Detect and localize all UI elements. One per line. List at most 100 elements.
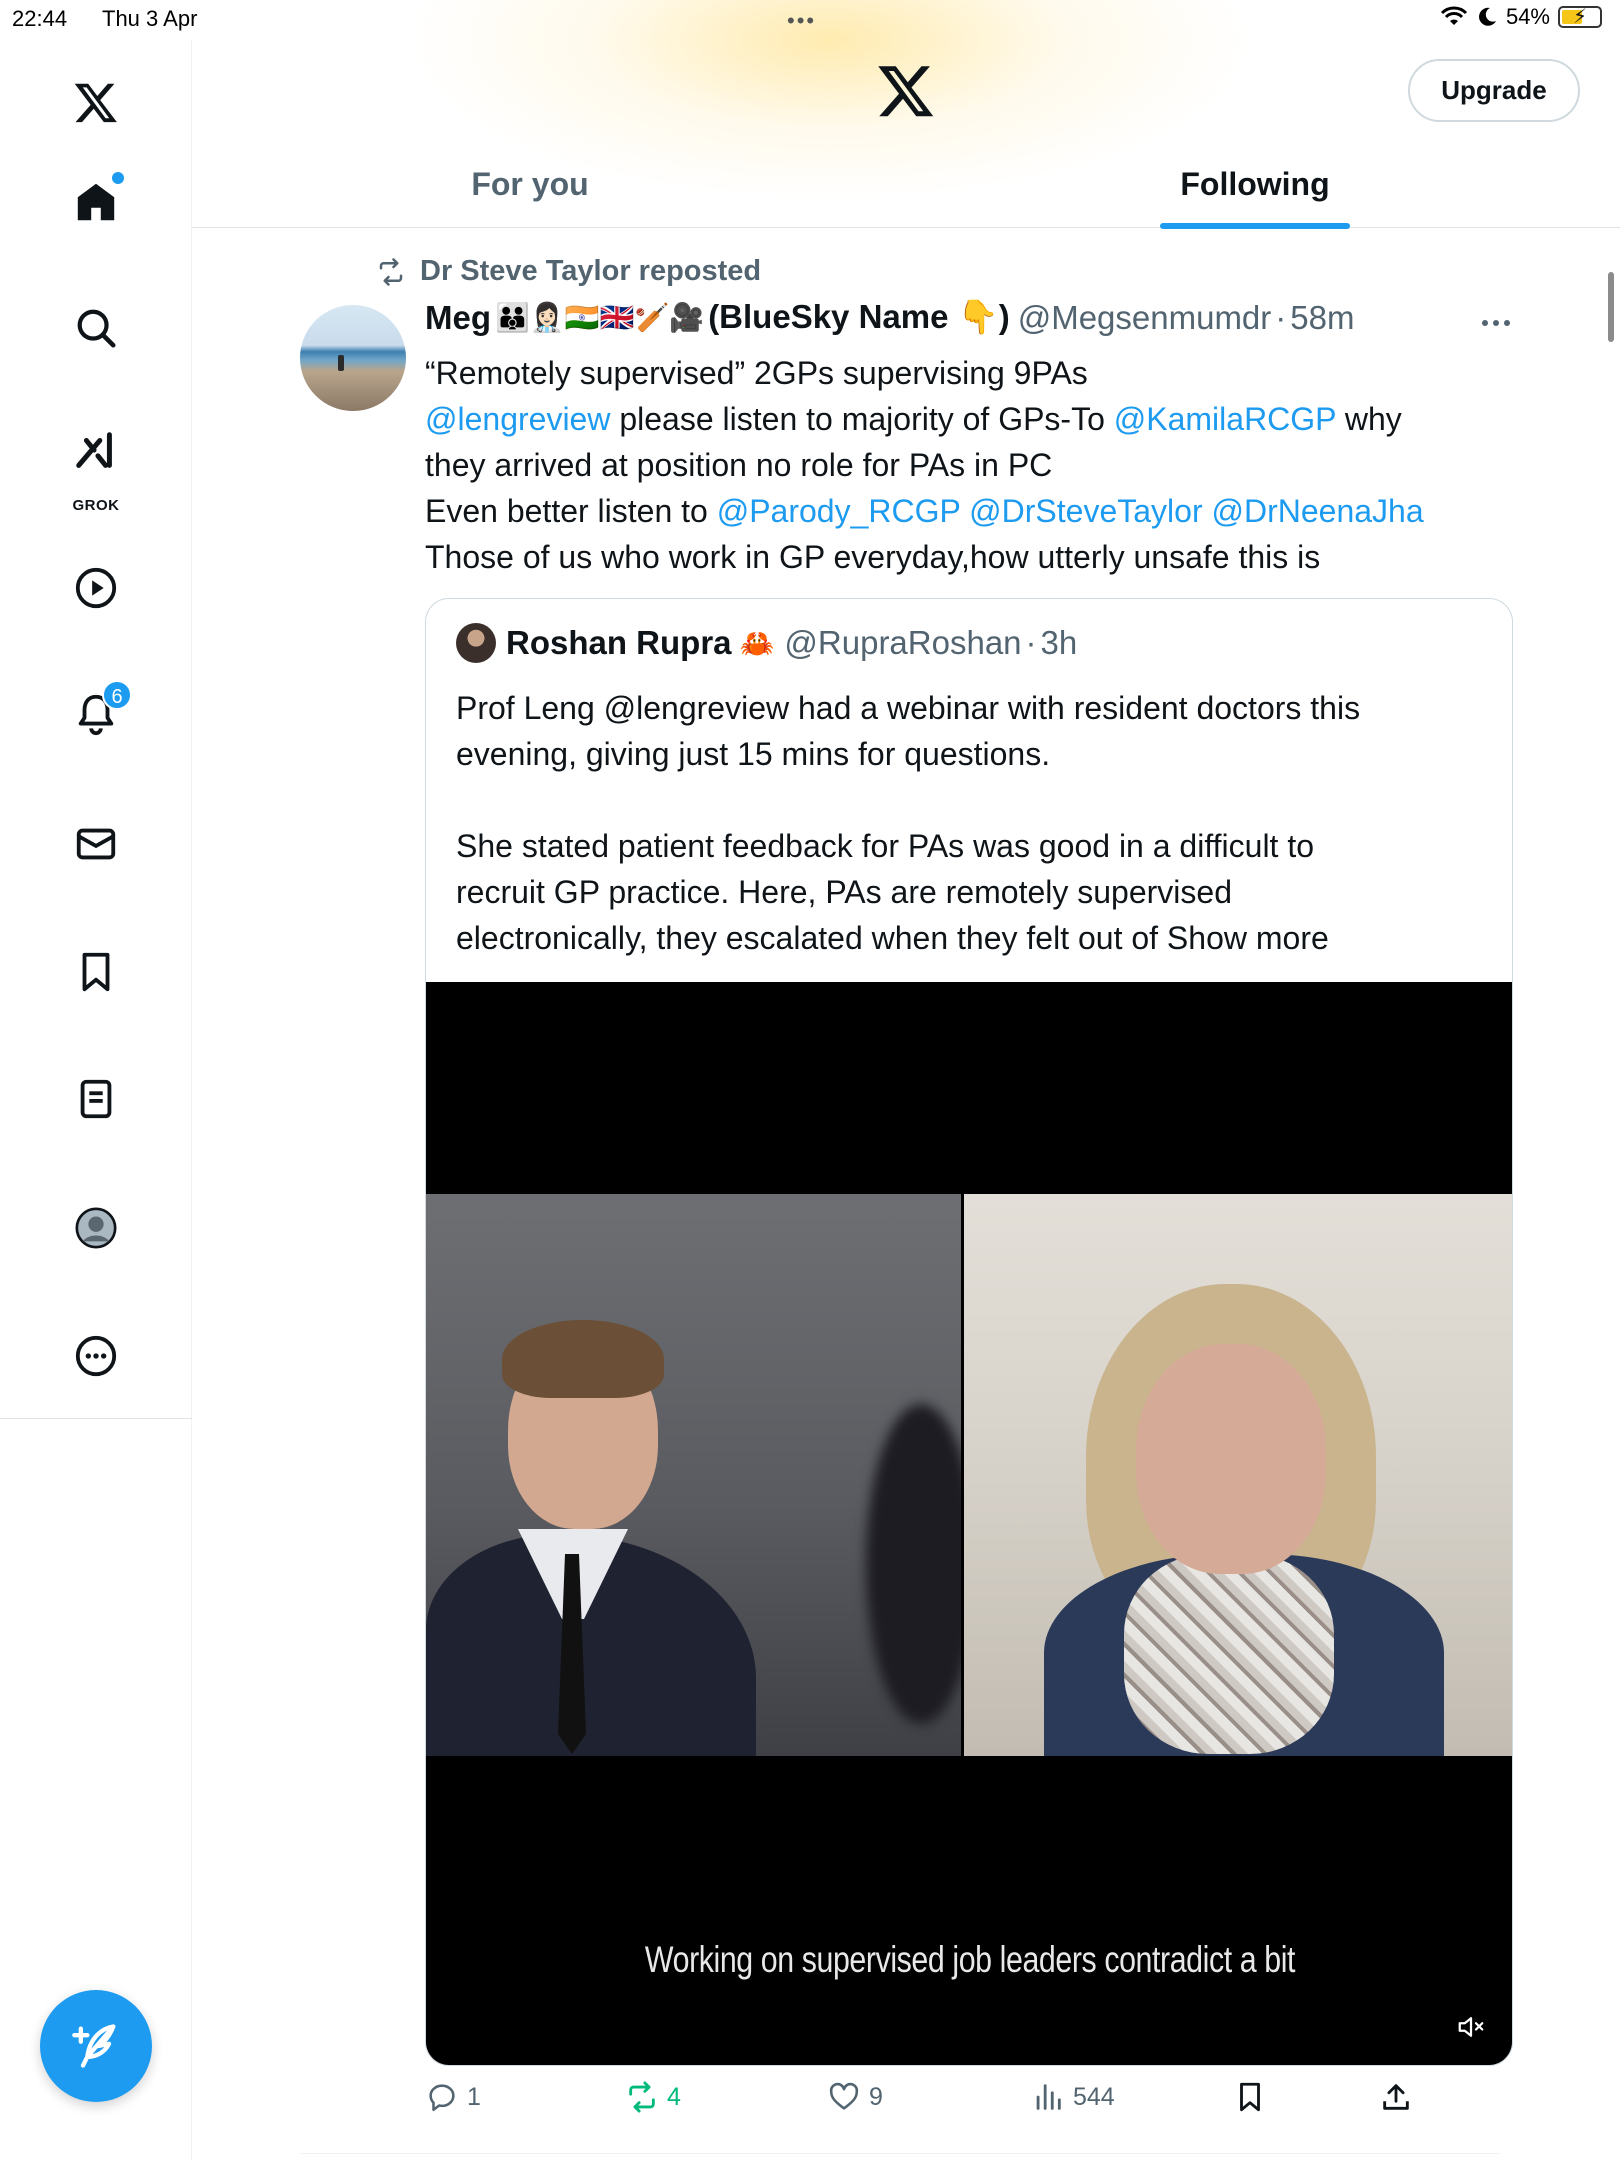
video-subtitle: Working on supervised job leaders contra… <box>644 1939 1296 1980</box>
sidebar: GROK 6 <box>0 40 192 2160</box>
tweet-author-line: Meg 👪👩🏻‍⚕️🇮🇳🇬🇧🏏🎥 (BlueSky Name 👇) @Megse… <box>425 298 1354 337</box>
mention-link[interactable]: @KamilaRCGP <box>1114 401 1336 437</box>
video-frame-right <box>964 1194 1512 1756</box>
repost-count: 4 <box>667 2082 681 2111</box>
status-bar: 22:44 Thu 3 Apr ••• 54% ⚡ <box>0 0 1620 40</box>
upgrade-button[interactable]: Upgrade <box>1408 59 1580 122</box>
notification-badge: 6 <box>102 680 132 710</box>
scrollbar[interactable] <box>1608 272 1614 342</box>
share-icon <box>1383 2084 1409 2110</box>
play-icon <box>75 567 117 609</box>
repost-label: Dr Steve Taylor reposted <box>420 255 762 287</box>
grok-icon <box>76 432 112 468</box>
quote-author-name[interactable]: Roshan Rupra <box>506 624 732 662</box>
battery-percent: 54% <box>1505 4 1550 29</box>
sidebar-item-grok[interactable]: GROK <box>62 418 130 514</box>
reply-icon <box>429 2084 455 2112</box>
more-options-icon[interactable] <box>1478 308 1514 338</box>
mention-link[interactable]: @lengreview <box>425 401 610 437</box>
reply-button[interactable]: 1 <box>425 2080 481 2114</box>
sidebar-item-notifications[interactable]: 6 <box>62 680 132 748</box>
repost-indicator[interactable]: Dr Steve Taylor reposted <box>376 255 761 288</box>
quote-line: recruit GP practice. Here, PAs are remot… <box>456 874 1232 910</box>
sidebar-item-messages[interactable] <box>62 810 130 878</box>
sidebar-item-search[interactable] <box>62 294 130 362</box>
tweet-time[interactable]: 58m <box>1290 299 1354 337</box>
moon-icon <box>1479 7 1496 26</box>
reply-count: 1 <box>467 2082 481 2111</box>
repost-button[interactable]: 4 <box>625 2080 681 2114</box>
sidebar-item-profile[interactable] <box>62 1194 130 1262</box>
heart-icon <box>829 2082 859 2110</box>
tweet-line: @lengreview please listen to majority of… <box>425 396 1485 442</box>
sidebar-divider <box>0 1418 192 1419</box>
multitasking-dots[interactable]: ••• <box>787 8 816 34</box>
x-logo-icon[interactable] <box>62 68 130 136</box>
sidebar-item-video[interactable] <box>62 554 130 622</box>
quote-line: electronically, they escalated when they… <box>456 915 1486 961</box>
video-frame-left <box>426 1194 961 1756</box>
tweet-text: “Remotely supervised” 2GPs supervising 9… <box>425 350 1485 580</box>
avatar-icon <box>75 1207 117 1249</box>
mention-link[interactable]: @Parody_RCGP <box>717 493 961 529</box>
compose-icon <box>72 2024 116 2068</box>
grok-label: GROK <box>72 497 120 514</box>
quote-author-emoji: 🦀 <box>739 627 775 659</box>
tab-label: Following <box>1180 165 1330 202</box>
tweet-line: they arrived at position no role for PAs… <box>425 447 1053 483</box>
separator: · <box>1275 298 1287 336</box>
tweet-line: Even better listen to @Parody_RCGP @DrSt… <box>425 488 1485 534</box>
battery-icon: ⚡ <box>1558 6 1602 28</box>
quote-line: She stated patient feedback for PAs was … <box>456 828 1315 864</box>
bookmark-button[interactable] <box>1233 2080 1267 2114</box>
show-more-link[interactable]: Show more <box>1167 920 1329 956</box>
home-icon <box>77 183 115 221</box>
author-handle[interactable]: @Megsenmumdr <box>1018 299 1272 337</box>
quote-handle[interactable]: @RupraRoshan <box>784 624 1021 662</box>
quote-avatar[interactable] <box>456 623 496 663</box>
active-tab-indicator <box>1160 223 1350 229</box>
mute-icon[interactable] <box>1456 2012 1486 2042</box>
quote-author-line: Roshan Rupra 🦀 @RupraRoshan · 3h <box>456 623 1077 663</box>
repost-icon <box>629 2081 655 2113</box>
mention-link[interactable]: @DrNeenaJha <box>1211 493 1423 529</box>
author-avatar[interactable] <box>300 305 406 411</box>
quote-text: Prof Leng @lengreview had a webinar with… <box>456 685 1486 961</box>
author-name-suffix[interactable]: (BlueSky Name 👇) <box>708 298 1010 337</box>
tab-following[interactable]: Following <box>1160 140 1350 229</box>
like-button[interactable]: 9 <box>827 2080 883 2114</box>
bookmark-icon <box>1240 2082 1260 2112</box>
quote-line: Prof Leng @lengreview had a webinar with… <box>456 690 1361 726</box>
author-emojis: 👪👩🏻‍⚕️🇮🇳🇬🇧🏏🎥 <box>495 302 705 333</box>
search-icon <box>77 309 116 348</box>
tweet-line: “Remotely supervised” 2GPs supervising 9… <box>425 355 1088 391</box>
status-date: Thu 3 Apr <box>102 6 198 31</box>
list-icon <box>80 1079 112 1119</box>
quoted-tweet[interactable]: Roshan Rupra 🦀 @RupraRoshan · 3h Prof Le… <box>425 598 1513 2066</box>
share-button[interactable] <box>1379 2080 1413 2114</box>
quote-text-span: electronically, they escalated when they… <box>456 920 1167 956</box>
tweet-text-span: why <box>1335 401 1402 437</box>
compose-button[interactable] <box>40 1990 152 2102</box>
sidebar-item-home[interactable] <box>62 168 130 236</box>
author-name[interactable]: Meg <box>425 299 491 337</box>
x-logo-icon <box>878 66 934 117</box>
sidebar-item-more[interactable] <box>62 1322 130 1390</box>
sidebar-item-lists[interactable] <box>62 1065 130 1133</box>
tab-for-you[interactable]: For you <box>460 140 600 228</box>
quote-line: evening, giving just 15 mins for questio… <box>456 736 1051 772</box>
view-count: 544 <box>1073 2082 1115 2111</box>
tab-label: For you <box>471 165 589 202</box>
video-player[interactable]: Working on supervised job leaders contra… <box>426 982 1512 2065</box>
views-icon <box>1036 2084 1061 2110</box>
tweet-actions: 1 4 9 544 <box>425 2080 1425 2130</box>
sidebar-item-bookmarks[interactable] <box>62 938 130 1006</box>
status-time: 22:44 <box>12 6 68 31</box>
views-button[interactable]: 544 <box>1031 2080 1115 2114</box>
wifi-icon <box>1440 6 1468 25</box>
quote-time[interactable]: 3h <box>1041 624 1078 662</box>
timeline-tabs: For you Following <box>192 140 1620 229</box>
bookmark-icon <box>82 952 110 992</box>
home-unread-dot <box>112 172 124 184</box>
mention-link[interactable]: @DrSteveTaylor <box>969 493 1202 529</box>
